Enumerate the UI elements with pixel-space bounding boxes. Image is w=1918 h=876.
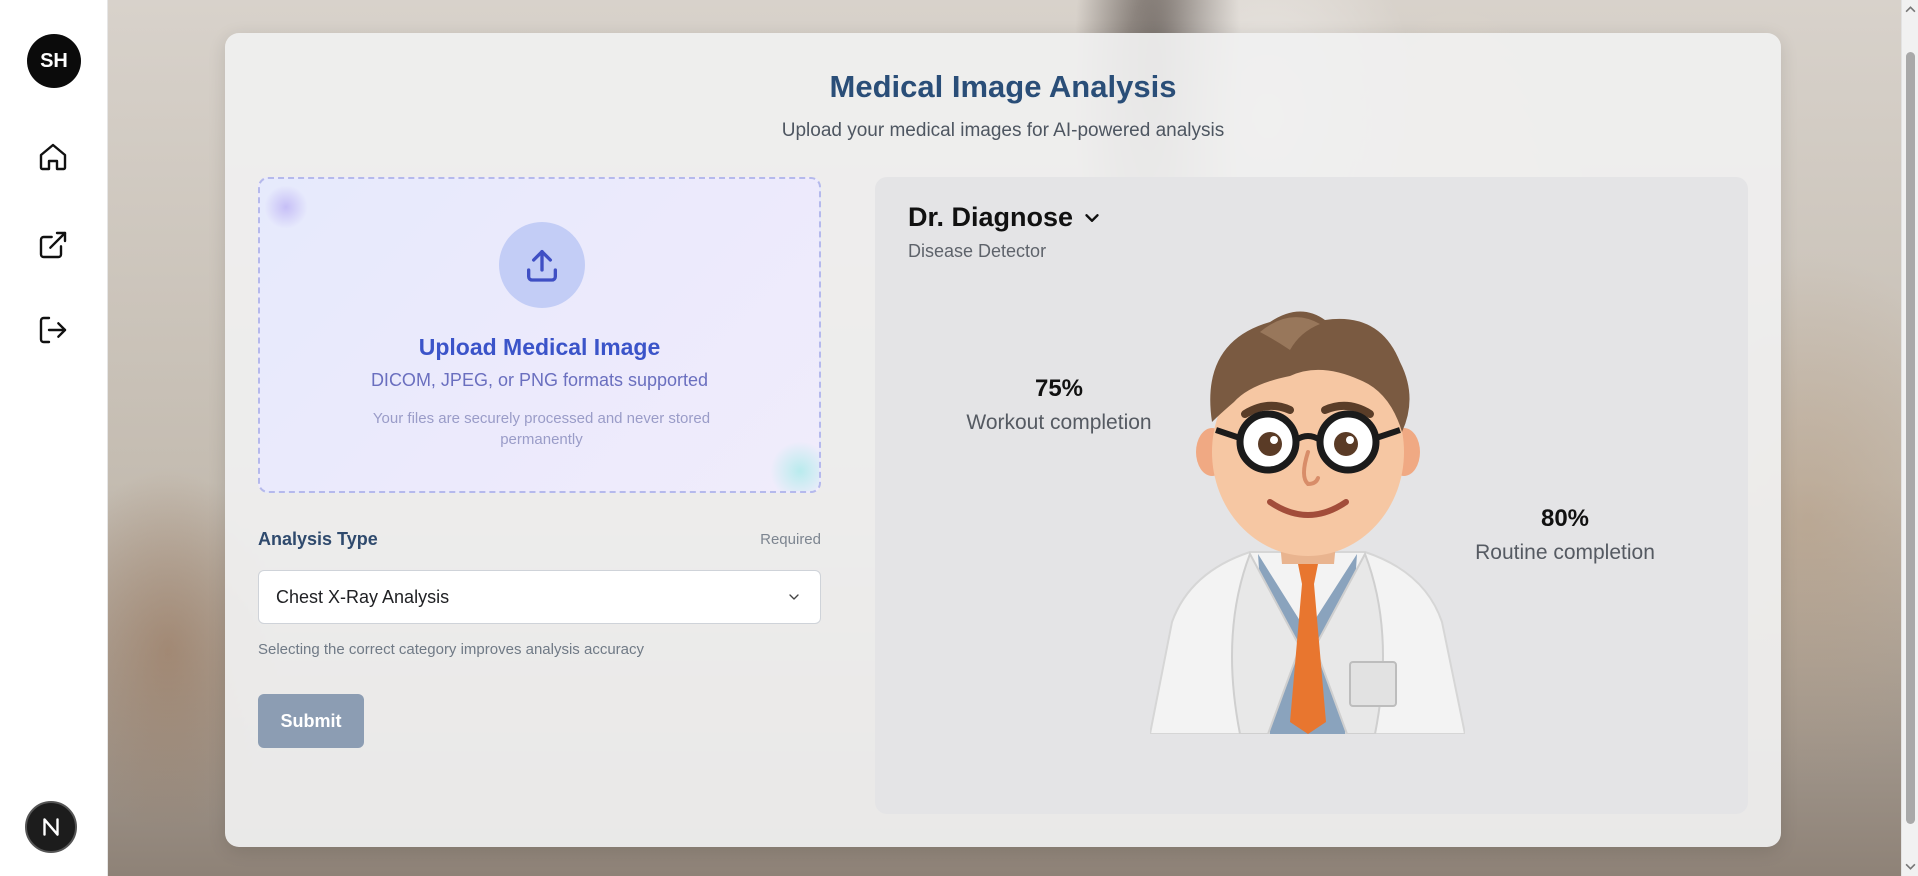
decorative-glow (770, 441, 819, 491)
stat-value: 75% (1034, 375, 1084, 402)
page-title: Medical Image Analysis (829, 69, 1177, 104)
scroll-up-arrow-icon[interactable] (1905, 4, 1916, 15)
stat-label: Routine completion (1475, 541, 1655, 564)
sidebar: SH (0, 0, 108, 876)
decorative-glow (264, 185, 308, 229)
analysis-card: Medical Image Analysis Upload your medic… (225, 33, 1781, 847)
home-icon[interactable] (36, 140, 70, 174)
nextjs-badge-icon[interactable] (25, 801, 77, 853)
chevron-down-icon (789, 594, 799, 600)
submit-button[interactable]: Submit (258, 694, 364, 748)
analysis-type-value: Chest X-Ray Analysis (276, 586, 450, 607)
stat-routine: 80% Routine completion (1465, 505, 1665, 565)
required-indicator: Required (760, 531, 821, 548)
chevron-down-icon (1085, 213, 1099, 222)
upload-title: Upload Medical Image (418, 334, 661, 360)
scroll-down-arrow-icon[interactable] (1905, 861, 1916, 872)
stat-workout: 75% Workout completion (959, 375, 1159, 435)
doctor-role: Disease Detector (908, 241, 1047, 261)
upload-formats: DICOM, JPEG, or PNG formats supported (370, 370, 709, 390)
stat-label: Workout completion (966, 411, 1152, 434)
upload-privacy-note: Your files are securely processed and ne… (372, 410, 711, 448)
page-subtitle: Upload your medical images for AI-powere… (781, 120, 1225, 141)
doctor-selector[interactable]: Dr. Diagnose (908, 202, 1103, 233)
doctor-name: Dr. Diagnose (908, 202, 1074, 232)
external-link-icon[interactable] (36, 228, 70, 262)
n-logo-icon (43, 818, 59, 836)
upload-dropzone[interactable]: Upload Medical Image DICOM, JPEG, or PNG… (258, 177, 821, 493)
scrollbar-thumb[interactable] (1906, 52, 1915, 824)
analysis-type-select[interactable]: Chest X-Ray Analysis (258, 570, 821, 624)
analysis-type-label: Analysis Type (258, 529, 378, 549)
logout-icon[interactable] (36, 313, 70, 347)
stat-value: 80% (1540, 505, 1590, 532)
analysis-hint: Selecting the correct category improves … (258, 641, 645, 658)
doctor-character-illustration (1150, 311, 1465, 734)
page-scrollbar[interactable] (1901, 0, 1918, 876)
avatar[interactable]: SH (27, 34, 81, 88)
doctor-panel: Dr. Diagnose Disease Detector 75% Workou… (875, 177, 1748, 814)
upload-icon (499, 222, 585, 308)
